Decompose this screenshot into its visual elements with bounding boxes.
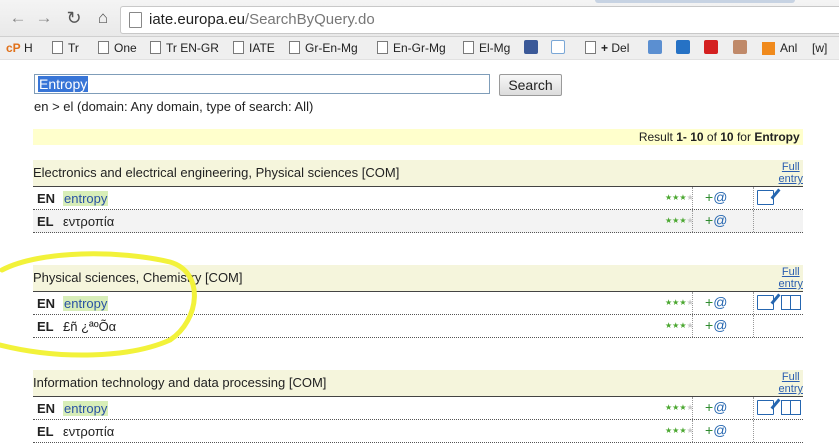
language-code: EL <box>37 214 54 229</box>
bookmark-tr[interactable]: Tr <box>52 40 79 56</box>
bookmark-gr-en-mg[interactable]: Gr-En-Mg <box>289 40 358 56</box>
tab-edge <box>595 0 795 3</box>
page-icon <box>289 41 300 54</box>
bookmark-anl[interactable]: Anl <box>762 40 797 56</box>
term-text[interactable]: entropy <box>63 401 109 416</box>
result-count: Result 1- 10 of 10 for Entropy <box>33 129 803 145</box>
bookmark-el-mg[interactable]: El-Mg <box>463 40 510 56</box>
bookmarks-bar: cP H Tr One Tr EN-GR IATE Gr-En-Mg En-Gr… <box>0 37 839 60</box>
term-text[interactable]: εντροπία <box>63 214 114 229</box>
domain-title: Electronics and electrical engineering, … <box>33 165 400 180</box>
browser-toolbar: ← → ↻ ⌂ iate.europa.eu/SearchByQuery.do <box>0 0 839 37</box>
edit-icon[interactable] <box>757 295 774 310</box>
search-input[interactable]: Entropy <box>34 74 490 94</box>
edit-icon[interactable] <box>757 400 774 415</box>
term-row: EL £ñ ¿ªºÕα ★★★★ +@ <box>33 315 803 338</box>
add-to-list-icon[interactable]: +@ <box>705 317 727 333</box>
reliability-stars-icon: ★★★★ <box>665 193 694 202</box>
bookmark-one[interactable]: One <box>98 40 137 56</box>
page-icon <box>52 41 63 54</box>
back-arrow-icon[interactable]: ← <box>8 8 28 28</box>
term-text[interactable]: entropy <box>63 296 109 311</box>
search-input-value: Entropy <box>38 76 89 92</box>
bookmark-tr-en-gr[interactable]: Tr EN-GR <box>150 40 219 56</box>
reliability-stars-icon: ★★★★ <box>665 403 694 412</box>
term-row: EL εντροπία ★★★★ +@ <box>33 210 803 233</box>
home-icon[interactable]: ⌂ <box>93 8 113 28</box>
address-bar[interactable]: iate.europa.eu/SearchByQuery.do <box>120 6 839 34</box>
add-to-list-icon[interactable]: +@ <box>705 422 727 438</box>
page-icon <box>463 41 474 54</box>
full-entry-link[interactable]: Full entry <box>779 161 803 185</box>
term-text[interactable]: £ñ ¿ªºÕα <box>63 319 116 334</box>
language-code: EN <box>37 296 56 311</box>
language-code: EN <box>37 401 56 416</box>
add-to-list-icon[interactable]: +@ <box>705 294 727 310</box>
language-code: EN <box>37 191 56 206</box>
reliability-stars-icon: ★★★★ <box>665 216 694 225</box>
bookmark-h[interactable]: cP H <box>6 40 33 56</box>
url-host: iate.europa.eu <box>149 11 245 28</box>
linkedin-icon[interactable] <box>551 40 565 54</box>
term-row: EN entropy ★★★★ +@ <box>33 292 803 315</box>
red-bookmark-icon[interactable] <box>704 40 718 54</box>
add-to-list-icon[interactable]: +@ <box>705 399 727 415</box>
reliability-stars-icon: ★★★★ <box>665 298 694 307</box>
add-to-list-icon[interactable]: +@ <box>705 212 727 228</box>
add-to-list-icon[interactable]: +@ <box>705 189 727 205</box>
reliability-stars-icon: ★★★★ <box>665 321 694 330</box>
page-icon <box>129 12 142 28</box>
term-text[interactable]: εντροπία <box>63 424 114 439</box>
reliability-stars-icon: ★★★★ <box>665 426 694 435</box>
book-icon[interactable] <box>781 295 801 310</box>
facebook-icon[interactable] <box>524 40 538 54</box>
full-entry-link[interactable]: Full entry <box>779 266 803 290</box>
calendar-icon[interactable] <box>648 40 662 54</box>
term-row: EL εντροπία ★★★★ +@ <box>33 420 803 443</box>
entry-domain-header: Information technology and data processi… <box>33 370 803 397</box>
term-row: EN entropy ★★★★ +@ <box>33 187 803 210</box>
edit-icon[interactable] <box>757 190 774 205</box>
avatar-icon[interactable] <box>733 40 747 54</box>
entry-domain-header: Electronics and electrical engineering, … <box>33 160 803 187</box>
page-icon <box>150 41 161 54</box>
outlook-icon[interactable] <box>676 40 690 54</box>
entry-domain-header: Physical sciences, Chemistry [COM] Full e… <box>33 265 803 292</box>
reload-icon[interactable]: ↻ <box>64 8 84 28</box>
url-path: /SearchByQuery.do <box>244 11 375 28</box>
analytics-icon <box>762 42 775 55</box>
page-icon <box>233 41 244 54</box>
language-code: EL <box>37 424 54 439</box>
bookmark-del[interactable]: + Del <box>585 40 629 56</box>
term-text[interactable]: entropy <box>63 191 109 206</box>
domain-title: Information technology and data processi… <box>33 375 327 390</box>
page-icon <box>377 41 388 54</box>
search-button[interactable]: Search <box>499 74 562 96</box>
bookmark-en-gr-mg[interactable]: En-Gr-Mg <box>377 40 446 56</box>
cp-icon: cP <box>6 41 21 55</box>
domain-title: Physical sciences, Chemistry [COM] <box>33 270 243 285</box>
search-scope: en > el (domain: Any domain, type of sea… <box>34 99 314 114</box>
bookmark-w[interactable]: [w] <box>812 40 827 56</box>
page-icon <box>585 41 596 54</box>
term-row: EN entropy ★★★★ +@ <box>33 397 803 420</box>
full-entry-link[interactable]: Full entry <box>779 371 803 395</box>
forward-arrow-icon[interactable]: → <box>34 8 54 28</box>
language-code: EL <box>37 319 54 334</box>
page-icon <box>98 41 109 54</box>
bookmark-iate[interactable]: IATE <box>233 40 275 56</box>
book-icon[interactable] <box>781 400 801 415</box>
